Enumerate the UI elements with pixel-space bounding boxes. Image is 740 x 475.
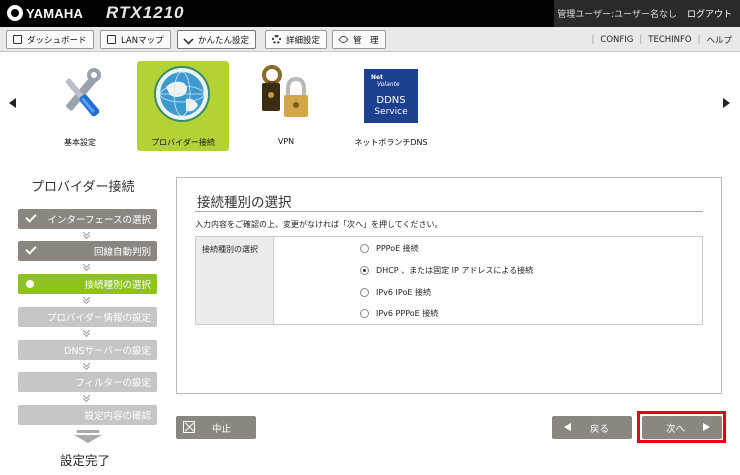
tab-easy-setup[interactable]: かんたん設定: [177, 30, 257, 49]
globe-icon: [154, 66, 210, 122]
tab-label: ダッシュボード: [27, 35, 87, 46]
step-dns-server: DNSサーバーの設定: [18, 340, 157, 360]
chevron-down-icon: [82, 362, 92, 370]
connection-type-table: 接続種別の選択 PPPoE 接続 DHCP 、または固定 IP アドレスによる接…: [195, 236, 703, 325]
current-step-dot-icon: [26, 280, 34, 288]
setup-menu-carousel: 基本設定 プロバイダー接続 VPN Net Volante DDNS Servi…: [0, 53, 740, 153]
option-ipv6-ipoe[interactable]: IPv6 IPoE 接続: [360, 287, 431, 298]
back-arrow-icon: [564, 423, 571, 431]
tab-label: LANマップ: [121, 35, 164, 46]
user-area: 管理ユーザー:ユーザー名なし ログアウト: [554, 0, 740, 27]
menu-vpn[interactable]: VPN: [240, 61, 332, 151]
carousel-left-arrow-icon[interactable]: [9, 98, 16, 108]
radio-button[interactable]: [360, 309, 369, 318]
tab-label: かんたん設定: [198, 35, 250, 46]
top-header: YAMAHA RTX1210 管理ユーザー:ユーザー名なし ログアウト: [0, 0, 740, 27]
tab-label: 詳細設定: [286, 35, 321, 46]
menu-basic-settings[interactable]: 基本設定: [34, 61, 126, 151]
tab-bar: ダッシュボード LANマップ かんたん設定 詳細設定 管 理 | CONFIG …: [0, 27, 740, 52]
radio-button[interactable]: [360, 266, 369, 275]
wrench-icon: [338, 34, 349, 45]
panel-description: 入力内容をご確認の上、変更がなければ「次へ」を押してください。: [195, 220, 443, 229]
connection-type-options: PPPoE 接続 DHCP 、または固定 IP アドレスによる接続 IPv6 I…: [274, 237, 702, 324]
step-confirm: 設定内容の確認: [18, 405, 157, 425]
menu-label: ネットボランチDNS: [354, 138, 428, 147]
finish-arrow-icon: [74, 430, 102, 444]
step-connection-type: 接続種別の選択: [18, 274, 157, 294]
cancel-x-icon: [183, 421, 195, 433]
option-ipv6-pppoe[interactable]: IPv6 PPPoE 接続: [360, 308, 438, 319]
menu-label: プロバイダー接続: [151, 138, 215, 147]
yamaha-logo: YAMAHA: [7, 5, 83, 21]
chevron-down-icon: [82, 263, 92, 271]
model-name: RTX1210: [106, 3, 185, 22]
back-button[interactable]: 戻る: [552, 416, 632, 439]
menu-label: 基本設定: [64, 138, 96, 147]
ddns-logo-service: Service: [374, 107, 408, 117]
config-link[interactable]: CONFIG: [600, 35, 633, 45]
brand-name: YAMAHA: [26, 5, 84, 21]
techinfo-link[interactable]: TECHINFO: [648, 35, 691, 45]
field-label: 接続種別の選択: [196, 237, 274, 324]
tab-management[interactable]: 管 理: [332, 30, 386, 49]
top-links: | CONFIG | TECHINFO | ヘルプ: [591, 34, 732, 46]
ddns-logo-volante: Volante: [377, 81, 400, 88]
tools-icon: [65, 68, 101, 117]
dashboard-icon: [13, 35, 22, 44]
chevron-down-icon: [82, 394, 92, 402]
menu-provider-connection[interactable]: プロバイダー接続: [137, 61, 229, 151]
gear-icon: [272, 35, 281, 44]
chevron-down-icon: [82, 329, 92, 337]
easy-setup-icon: [183, 34, 194, 45]
step-line-auto-detect: 回線自動判別: [18, 241, 157, 261]
tab-dashboard[interactable]: ダッシュボード: [6, 30, 94, 49]
lan-map-icon: [107, 35, 116, 44]
tab-advanced-settings[interactable]: 詳細設定: [265, 30, 328, 49]
vpn-lock-icon: [262, 65, 308, 117]
help-link[interactable]: ヘルプ: [706, 34, 732, 46]
radio-button[interactable]: [360, 288, 369, 297]
connection-type-panel: 接続種別の選択 入力内容をご確認の上、変更がなければ「次へ」を押してください。 …: [176, 177, 722, 394]
user-label: 管理ユーザー:ユーザー名なし: [557, 10, 677, 20]
step-filter: フィルターの設定: [18, 372, 157, 392]
panel-title: 接続種別の選択: [197, 195, 292, 211]
carousel-right-arrow-icon[interactable]: [723, 98, 730, 108]
finish-label: 設定完了: [60, 453, 111, 468]
title-divider: [195, 211, 703, 212]
ddns-service-icon: Net Volante DDNS Service: [364, 69, 418, 123]
option-pppoe[interactable]: PPPoE 接続: [360, 243, 419, 254]
radio-button[interactable]: [360, 244, 369, 253]
ddns-logo-ddns: DDNS: [376, 95, 405, 106]
menu-label: VPN: [277, 137, 295, 146]
next-button[interactable]: 次へ: [642, 416, 722, 439]
steps-title: プロバイダー接続: [31, 180, 135, 195]
tab-lan-map[interactable]: LANマップ: [100, 30, 171, 49]
step-provider-info: プロバイダー情報の設定: [18, 307, 157, 327]
chevron-down-icon: [82, 296, 92, 304]
menu-netvolante-dns[interactable]: Net Volante DDNS Service ネットボランチDNS: [345, 61, 437, 151]
step-interface-select: インターフェースの選択: [18, 209, 157, 229]
ddns-logo-net: Net: [371, 74, 383, 81]
check-icon: [25, 211, 37, 223]
logout-link[interactable]: ログアウト: [687, 7, 732, 20]
tab-label: 管 理: [353, 35, 379, 46]
chevron-down-icon: [82, 231, 92, 239]
cancel-button[interactable]: 中止: [176, 416, 256, 439]
check-icon: [25, 243, 37, 255]
option-dhcp-static-ip[interactable]: DHCP 、または固定 IP アドレスによる接続: [360, 265, 533, 276]
next-arrow-icon: [703, 423, 710, 431]
yamaha-emblem-icon: [7, 5, 23, 21]
